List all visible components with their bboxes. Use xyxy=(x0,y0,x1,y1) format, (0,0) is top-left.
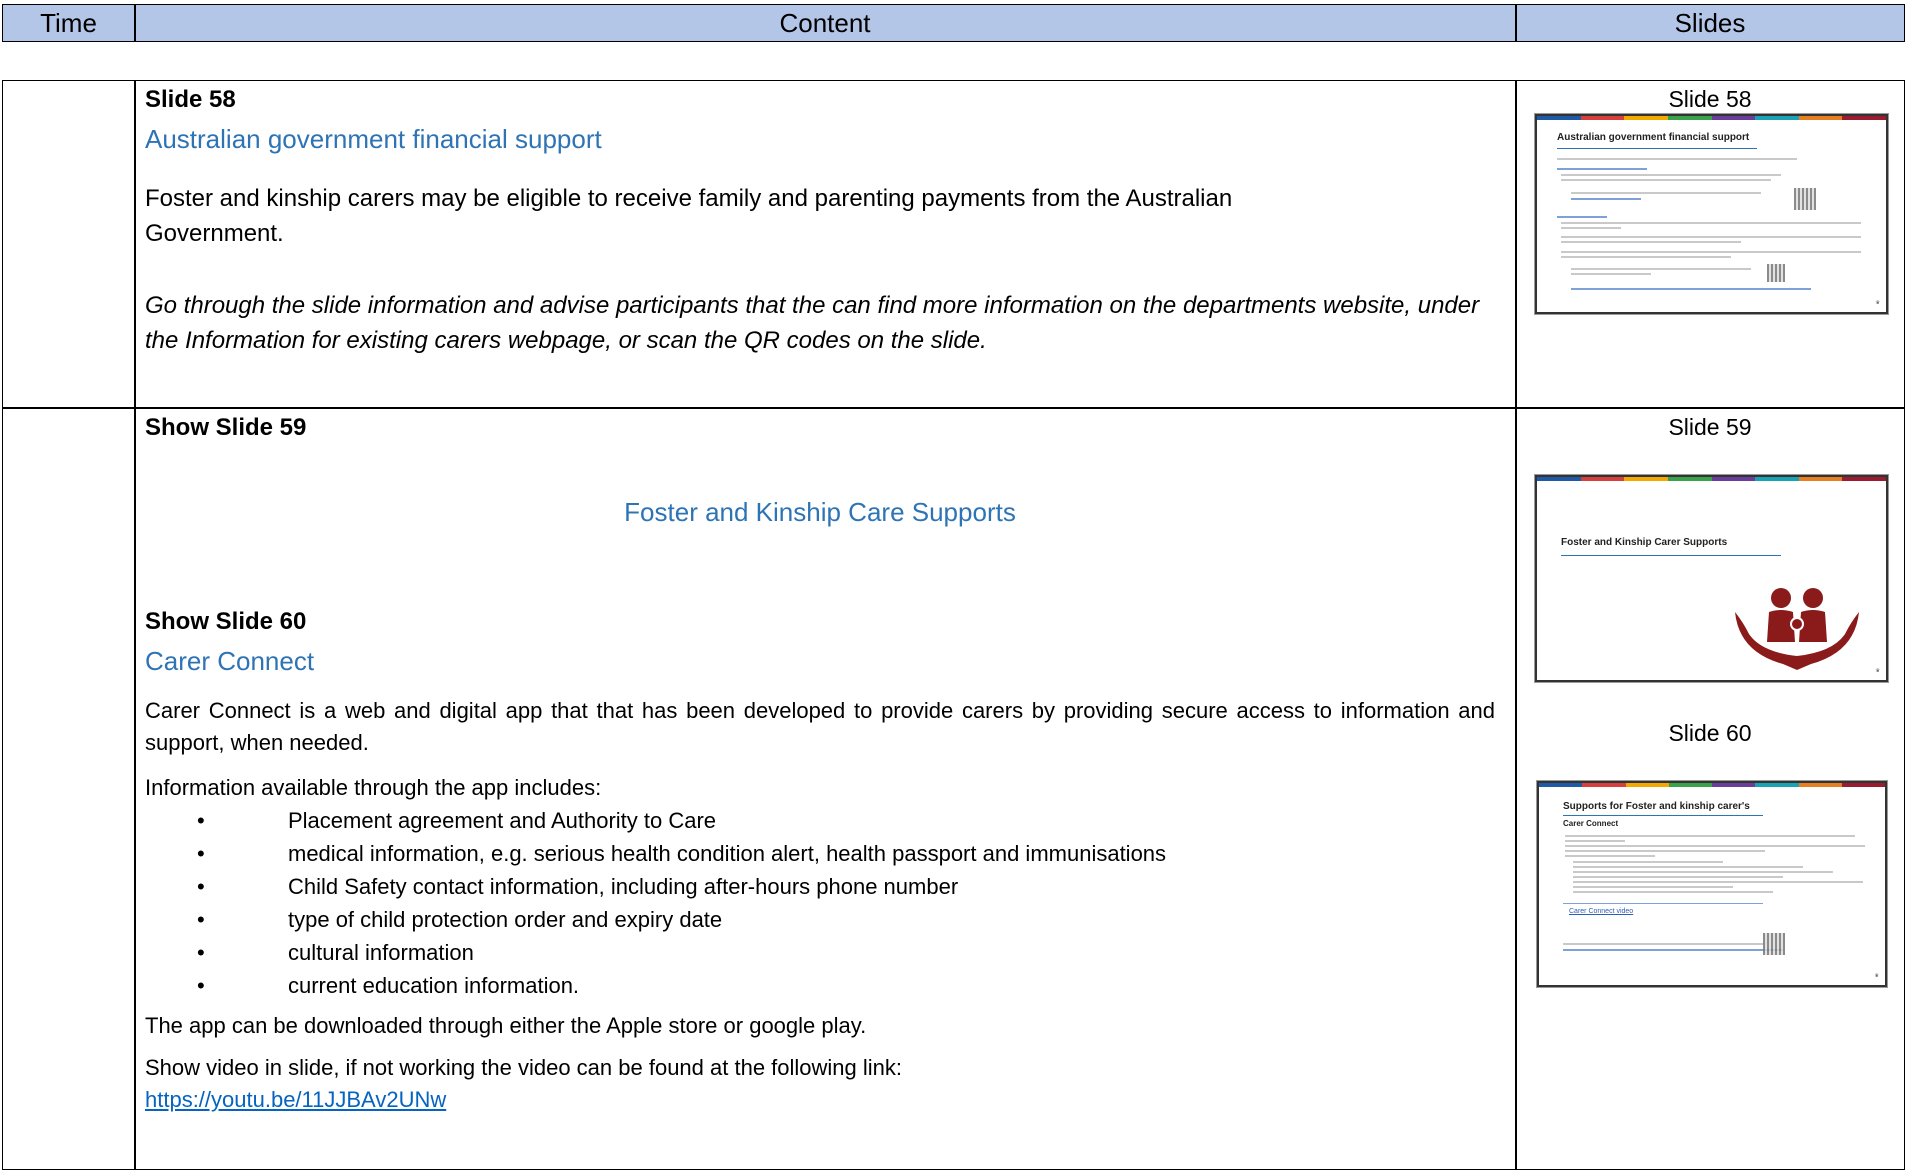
family-hands-icon xyxy=(1735,588,1859,670)
text-line xyxy=(1561,256,1731,258)
info-intro: Information available through the app in… xyxy=(145,775,602,800)
header-time: Time xyxy=(40,7,97,38)
slide-59-title: Foster and Kinship Care Supports xyxy=(624,497,1016,527)
thumbnail-title: Supports for Foster and kinship carer's xyxy=(1563,801,1750,812)
thumbnail-subtitle: Carer Connect xyxy=(1563,819,1619,828)
slide-58-label: Slide 58 xyxy=(1668,86,1752,112)
qr-code-icon xyxy=(1763,933,1785,955)
text-line xyxy=(1571,192,1761,194)
slide-58-thumbnail: Australian government financial support … xyxy=(1535,114,1888,314)
list-item: • current education information. xyxy=(145,969,1495,1002)
thumbnail-title: Foster and Kinship Carer Supports xyxy=(1561,537,1728,548)
carer-connect-section: Show Slide 60 Carer Connect Carer Connec… xyxy=(145,608,1495,1116)
slide-59-label: Slide 59 xyxy=(1668,414,1752,440)
color-stripe xyxy=(1539,783,1885,788)
text-line xyxy=(1573,871,1833,873)
slide-heading: Slide 58 xyxy=(145,86,236,113)
column-divider xyxy=(1515,81,1517,1169)
text-line xyxy=(1557,216,1607,218)
text-line xyxy=(1565,840,1625,842)
video-link[interactable]: https://youtu.be/11JJBAv2UNw xyxy=(145,1087,446,1112)
list-item-text: type of child protection order and expir… xyxy=(288,907,723,932)
slide-60-thumbnail: Supports for Foster and kinship carer's … xyxy=(1537,781,1887,987)
app-features-list: • Placement agreement and Authority to Ca… xyxy=(145,804,1495,1002)
text-line xyxy=(1561,241,1741,243)
text-line xyxy=(1561,174,1781,176)
list-item: • Child Safety contact information, inclu… xyxy=(145,870,1495,903)
list-item-text: cultural information xyxy=(288,940,474,965)
carer-connect-paragraph: Carer Connect is a web and digital app t… xyxy=(145,698,1495,755)
bullet: • xyxy=(197,874,205,899)
title-underline xyxy=(1561,555,1781,556)
color-stripe xyxy=(1537,116,1886,121)
bullet: • xyxy=(197,808,205,833)
slide-60-label: Slide 60 xyxy=(1668,720,1752,746)
list-item-text: Child Safety contact information, includ… xyxy=(288,874,959,899)
text-line xyxy=(1561,222,1861,224)
section-subheading: Australian government financial support xyxy=(145,124,602,154)
text-line xyxy=(1561,227,1621,229)
list-item-text: Placement agreement and Authority to Car… xyxy=(288,808,717,833)
facilitator-instruction: Go through the slide information and adv… xyxy=(145,292,1480,354)
text-line xyxy=(1561,236,1861,238)
slide-heading: Show Slide 60 xyxy=(145,608,307,635)
slide-heading: Show Slide 59 xyxy=(145,414,307,441)
row-59-60-content: Show Slide 59 xyxy=(145,414,1495,442)
bullet: • xyxy=(197,940,205,965)
table-header: Time Content Slides xyxy=(2,4,1905,42)
row-58-content: Slide 58 Australian government financial… xyxy=(145,86,1495,358)
queensland-government-logo: ♛ xyxy=(1874,973,1879,979)
text-line xyxy=(1571,268,1751,270)
text-line xyxy=(1563,949,1783,951)
text-line xyxy=(1573,881,1863,883)
section-subheading: Carer Connect xyxy=(145,646,315,676)
thumbnail-title: Australian government financial support xyxy=(1557,132,1750,143)
bullet: • xyxy=(197,973,205,998)
bullet: • xyxy=(197,907,205,932)
qr-code-icon xyxy=(1794,188,1816,210)
text-line xyxy=(1561,251,1861,253)
thumbnail-video-link: Carer Connect video xyxy=(1569,908,1634,915)
slide-59-thumbnail: Foster and Kinship Carer Supports ♛ xyxy=(1535,475,1888,682)
text-line xyxy=(1565,845,1865,847)
text-line xyxy=(1571,273,1651,275)
title-underline xyxy=(1557,148,1757,149)
text-line xyxy=(1571,288,1811,290)
eligibility-paragraph: Foster and kinship carers may be eligibl… xyxy=(145,185,1233,247)
list-item-text: medical information, e.g. serious health… xyxy=(288,841,1167,866)
text-line xyxy=(1565,855,1655,857)
list-item: • Placement agreement and Authority to Ca… xyxy=(145,804,1495,837)
color-stripe xyxy=(1537,477,1886,482)
column-divider xyxy=(134,81,136,1169)
bullet: • xyxy=(197,841,205,866)
video-link-wrapper: https://youtu.be/11JJBAv2UNw xyxy=(145,1084,1495,1116)
qr-code-icon xyxy=(1767,264,1785,282)
text-line xyxy=(1565,850,1765,852)
title-underline xyxy=(1563,815,1763,816)
list-item: • medical information, e.g. serious healt… xyxy=(145,837,1495,870)
text-line xyxy=(1573,891,1773,893)
text-line xyxy=(1571,198,1641,200)
download-note: The app can be downloaded through either… xyxy=(145,1013,867,1038)
list-item: • cultural information xyxy=(145,936,1495,969)
text-line xyxy=(1573,876,1783,878)
text-line xyxy=(1563,903,1763,904)
text-line xyxy=(1563,943,1763,945)
text-line xyxy=(1565,835,1855,837)
list-item: • type of child protection order and expi… xyxy=(145,903,1495,936)
text-line xyxy=(1573,866,1803,868)
queensland-government-logo: ♛ xyxy=(1875,300,1880,306)
text-line xyxy=(1573,861,1723,863)
text-line xyxy=(1573,886,1733,888)
queensland-government-logo: ♛ xyxy=(1875,668,1880,674)
video-note: Show video in slide, if not working the … xyxy=(145,1055,903,1080)
header-slides: Slides xyxy=(1674,7,1746,38)
text-line xyxy=(1561,179,1771,181)
row-divider xyxy=(3,407,1904,409)
text-line xyxy=(1557,158,1797,160)
text-line xyxy=(1557,168,1647,170)
header-content: Content xyxy=(779,7,871,38)
list-item-text: current education information. xyxy=(288,973,580,998)
